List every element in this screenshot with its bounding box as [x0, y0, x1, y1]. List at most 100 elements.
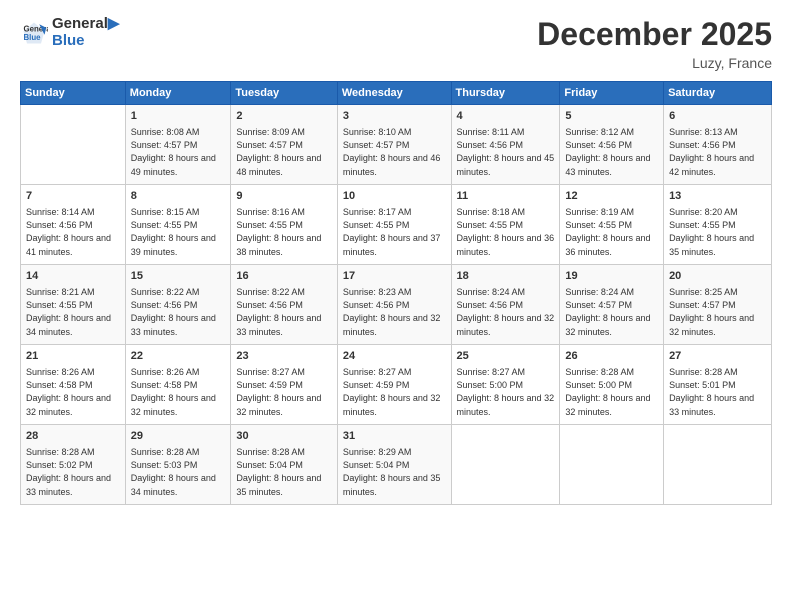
daylight-label: Daylight: 8 hours and 33 minutes.: [669, 393, 754, 416]
day-number: 6: [669, 109, 766, 124]
sunrise-label: Sunrise: 8:14 AM: [26, 207, 95, 217]
daylight-label: Daylight: 8 hours and 32 minutes.: [343, 313, 441, 336]
daylight-label: Daylight: 8 hours and 34 minutes.: [131, 473, 216, 496]
day-info: Sunrise: 8:28 AM Sunset: 5:02 PM Dayligh…: [26, 446, 120, 498]
header-wednesday: Wednesday: [337, 82, 451, 105]
calendar-cell: 27 Sunrise: 8:28 AM Sunset: 5:01 PM Dayl…: [664, 345, 772, 425]
sunrise-label: Sunrise: 8:23 AM: [343, 287, 412, 297]
calendar-cell: 8 Sunrise: 8:15 AM Sunset: 4:55 PM Dayli…: [125, 185, 231, 265]
sunset-label: Sunset: 4:58 PM: [26, 380, 93, 390]
sunrise-label: Sunrise: 8:28 AM: [26, 447, 95, 457]
sunset-label: Sunset: 5:03 PM: [131, 460, 198, 470]
day-number: 28: [26, 429, 120, 444]
daylight-label: Daylight: 8 hours and 33 minutes.: [26, 473, 111, 496]
daylight-label: Daylight: 8 hours and 32 minutes.: [236, 393, 321, 416]
calendar-cell: 24 Sunrise: 8:27 AM Sunset: 4:59 PM Dayl…: [337, 345, 451, 425]
daylight-label: Daylight: 8 hours and 41 minutes.: [26, 233, 111, 256]
logo-icon: General Blue: [20, 19, 48, 47]
day-number: 16: [236, 269, 332, 284]
daylight-label: Daylight: 8 hours and 36 minutes.: [457, 233, 555, 256]
header-tuesday: Tuesday: [231, 82, 338, 105]
calendar-cell: 15 Sunrise: 8:22 AM Sunset: 4:56 PM Dayl…: [125, 265, 231, 345]
sunset-label: Sunset: 5:00 PM: [457, 380, 524, 390]
sunset-label: Sunset: 5:02 PM: [26, 460, 93, 470]
sunrise-label: Sunrise: 8:26 AM: [26, 367, 95, 377]
day-info: Sunrise: 8:26 AM Sunset: 4:58 PM Dayligh…: [131, 366, 226, 418]
sunrise-label: Sunrise: 8:24 AM: [565, 287, 634, 297]
sunrise-label: Sunrise: 8:25 AM: [669, 287, 738, 297]
daylight-label: Daylight: 8 hours and 33 minutes.: [236, 313, 321, 336]
calendar-cell: 4 Sunrise: 8:11 AM Sunset: 4:56 PM Dayli…: [451, 105, 560, 185]
day-number: 24: [343, 349, 446, 364]
day-number: 1: [131, 109, 226, 124]
calendar-cell: 13 Sunrise: 8:20 AM Sunset: 4:55 PM Dayl…: [664, 185, 772, 265]
calendar-cell: 10 Sunrise: 8:17 AM Sunset: 4:55 PM Dayl…: [337, 185, 451, 265]
day-info: Sunrise: 8:24 AM Sunset: 4:57 PM Dayligh…: [565, 286, 658, 338]
calendar-cell: 30 Sunrise: 8:28 AM Sunset: 5:04 PM Dayl…: [231, 425, 338, 505]
calendar-cell: [560, 425, 664, 505]
calendar-week-row: 14 Sunrise: 8:21 AM Sunset: 4:55 PM Dayl…: [21, 265, 772, 345]
sunset-label: Sunset: 4:57 PM: [236, 140, 303, 150]
sunset-label: Sunset: 4:57 PM: [131, 140, 198, 150]
daylight-label: Daylight: 8 hours and 39 minutes.: [131, 233, 216, 256]
calendar-cell: [664, 425, 772, 505]
day-number: 19: [565, 269, 658, 284]
sunset-label: Sunset: 4:58 PM: [131, 380, 198, 390]
daylight-label: Daylight: 8 hours and 48 minutes.: [236, 153, 321, 176]
sunrise-label: Sunrise: 8:27 AM: [457, 367, 526, 377]
sunrise-label: Sunrise: 8:17 AM: [343, 207, 412, 217]
sunrise-label: Sunrise: 8:13 AM: [669, 127, 738, 137]
day-number: 7: [26, 189, 120, 204]
day-number: 9: [236, 189, 332, 204]
day-number: 4: [457, 109, 555, 124]
calendar-cell: 19 Sunrise: 8:24 AM Sunset: 4:57 PM Dayl…: [560, 265, 664, 345]
sunset-label: Sunset: 5:04 PM: [236, 460, 303, 470]
day-number: 27: [669, 349, 766, 364]
day-info: Sunrise: 8:21 AM Sunset: 4:55 PM Dayligh…: [26, 286, 120, 338]
daylight-label: Daylight: 8 hours and 35 minutes.: [343, 473, 441, 496]
calendar-week-row: 28 Sunrise: 8:28 AM Sunset: 5:02 PM Dayl…: [21, 425, 772, 505]
day-info: Sunrise: 8:19 AM Sunset: 4:55 PM Dayligh…: [565, 206, 658, 258]
calendar-header-row: Sunday Monday Tuesday Wednesday Thursday…: [21, 82, 772, 105]
day-info: Sunrise: 8:18 AM Sunset: 4:55 PM Dayligh…: [457, 206, 555, 258]
calendar-cell: 18 Sunrise: 8:24 AM Sunset: 4:56 PM Dayl…: [451, 265, 560, 345]
day-info: Sunrise: 8:28 AM Sunset: 5:04 PM Dayligh…: [236, 446, 332, 498]
calendar-cell: [451, 425, 560, 505]
day-number: 20: [669, 269, 766, 284]
calendar-cell: 6 Sunrise: 8:13 AM Sunset: 4:56 PM Dayli…: [664, 105, 772, 185]
sunrise-label: Sunrise: 8:20 AM: [669, 207, 738, 217]
calendar-cell: 16 Sunrise: 8:22 AM Sunset: 4:56 PM Dayl…: [231, 265, 338, 345]
daylight-label: Daylight: 8 hours and 34 minutes.: [26, 313, 111, 336]
daylight-label: Daylight: 8 hours and 42 minutes.: [669, 153, 754, 176]
calendar-cell: 20 Sunrise: 8:25 AM Sunset: 4:57 PM Dayl…: [664, 265, 772, 345]
sunrise-label: Sunrise: 8:28 AM: [131, 447, 200, 457]
calendar-cell: 9 Sunrise: 8:16 AM Sunset: 4:55 PM Dayli…: [231, 185, 338, 265]
sunrise-label: Sunrise: 8:21 AM: [26, 287, 95, 297]
sunrise-label: Sunrise: 8:08 AM: [131, 127, 200, 137]
daylight-label: Daylight: 8 hours and 49 minutes.: [131, 153, 216, 176]
title-block: December 2025 Luzy, France: [537, 16, 772, 71]
sunset-label: Sunset: 4:56 PM: [565, 140, 632, 150]
sunset-label: Sunset: 5:04 PM: [343, 460, 410, 470]
day-info: Sunrise: 8:17 AM Sunset: 4:55 PM Dayligh…: [343, 206, 446, 258]
day-number: 17: [343, 269, 446, 284]
header-saturday: Saturday: [664, 82, 772, 105]
daylight-label: Daylight: 8 hours and 32 minutes.: [26, 393, 111, 416]
calendar-cell: 7 Sunrise: 8:14 AM Sunset: 4:56 PM Dayli…: [21, 185, 126, 265]
calendar-cell: 21 Sunrise: 8:26 AM Sunset: 4:58 PM Dayl…: [21, 345, 126, 425]
sunset-label: Sunset: 4:55 PM: [457, 220, 524, 230]
day-number: 25: [457, 349, 555, 364]
sunrise-label: Sunrise: 8:16 AM: [236, 207, 305, 217]
sunset-label: Sunset: 4:55 PM: [343, 220, 410, 230]
day-info: Sunrise: 8:29 AM Sunset: 5:04 PM Dayligh…: [343, 446, 446, 498]
sunrise-label: Sunrise: 8:27 AM: [236, 367, 305, 377]
day-info: Sunrise: 8:20 AM Sunset: 4:55 PM Dayligh…: [669, 206, 766, 258]
day-info: Sunrise: 8:09 AM Sunset: 4:57 PM Dayligh…: [236, 126, 332, 178]
header-monday: Monday: [125, 82, 231, 105]
sunset-label: Sunset: 4:56 PM: [669, 140, 736, 150]
sunrise-label: Sunrise: 8:22 AM: [236, 287, 305, 297]
svg-text:Blue: Blue: [24, 33, 42, 42]
day-info: Sunrise: 8:22 AM Sunset: 4:56 PM Dayligh…: [236, 286, 332, 338]
sunrise-label: Sunrise: 8:15 AM: [131, 207, 200, 217]
sunset-label: Sunset: 5:01 PM: [669, 380, 736, 390]
